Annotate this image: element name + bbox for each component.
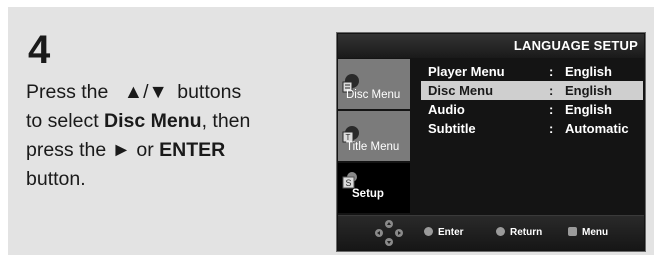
osd-footer: Enter Return Menu xyxy=(338,215,644,250)
menu-row-player-menu[interactable]: Player Menu : English xyxy=(421,62,643,81)
instruction-line-4: button. xyxy=(26,168,86,190)
dpad-icon xyxy=(375,220,403,246)
right-arrow-icon: ► xyxy=(111,139,131,161)
instruction-text: Press the ▲/▼ buttons to select Disc Men… xyxy=(26,78,316,194)
up-down-arrows-icon: ▲/▼ xyxy=(123,81,168,103)
svg-text:S: S xyxy=(345,178,351,188)
sidebar-item-disc-menu[interactable]: Disc Menu xyxy=(338,59,410,109)
sidebar-item-label: Disc Menu xyxy=(346,89,401,101)
menu-row-disc-menu[interactable]: Disc Menu : English xyxy=(421,81,643,100)
footer-enter: Enter xyxy=(424,227,464,239)
sidebar-item-title-menu[interactable]: T Title Menu xyxy=(338,111,410,161)
footer-return: Return xyxy=(496,227,542,239)
footer-menu: Menu xyxy=(568,227,608,239)
step-number: 4 xyxy=(28,28,51,72)
menu-button-icon xyxy=(568,227,577,236)
sidebar-item-label: Setup xyxy=(352,188,384,200)
instruction-line-1: Press the ▲/▼ buttons xyxy=(26,81,242,103)
osd-sidebar: Disc Menu T Title Menu S Setup xyxy=(338,59,410,213)
osd-title: LANGUAGE SETUP xyxy=(513,38,638,53)
osd-header: LANGUAGE SETUP xyxy=(338,34,644,58)
sidebar-item-setup[interactable]: S Setup xyxy=(338,163,410,213)
enter-button-icon xyxy=(424,227,433,236)
sidebar-item-label: Title Menu xyxy=(346,141,400,153)
return-button-icon xyxy=(496,227,505,236)
osd-screen: LANGUAGE SETUP Disc Menu T Title Menu S … xyxy=(336,32,646,252)
instruction-line-3: press the ► or ENTER xyxy=(26,139,226,161)
instruction-line-2: to select Disc Menu, then xyxy=(26,110,251,132)
menu-row-subtitle[interactable]: Subtitle : Automatic xyxy=(421,119,643,138)
menu-row-audio[interactable]: Audio : English xyxy=(421,100,643,119)
osd-menu-list: Player Menu : English Disc Menu : Englis… xyxy=(421,62,643,138)
